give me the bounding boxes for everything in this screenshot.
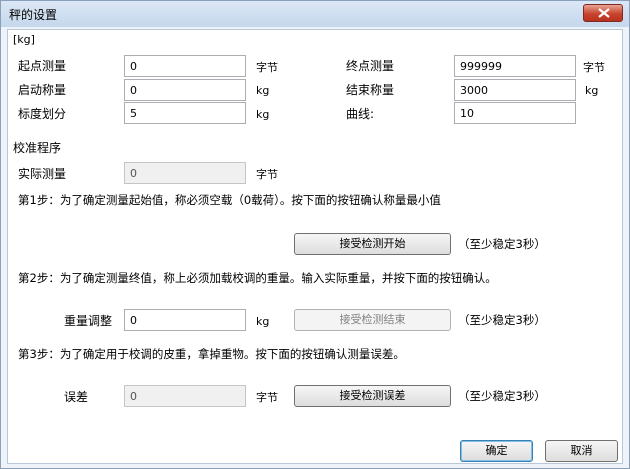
division-input[interactable]: [124, 102, 246, 124]
step1-text: 第1步：为了确定测量起始值，称必须空载（0载荷）。按下面的按钮确认称量最小值: [18, 193, 441, 207]
start-measure-input[interactable]: [124, 55, 246, 77]
start-weight-label: 启动称量: [18, 83, 67, 97]
step2-text: 第2步：为了确定测量终值，称上必须加载校调的重量。输入实际重量，并按下面的按钮确…: [18, 271, 497, 285]
actual-measure-unit: 字节: [256, 168, 278, 181]
divider: [124, 148, 618, 149]
accept-end-button[interactable]: 接受检测结束: [294, 309, 451, 331]
error-label: 误差: [64, 390, 89, 404]
end-measure-input[interactable]: [454, 55, 576, 77]
dialog-body: [kg] 起点测量 字节 终点测量 字节 启动称量 kg 结束称量 kg 标度划…: [7, 29, 623, 464]
end-weight-unit: kg: [585, 84, 599, 97]
division-unit: kg: [256, 108, 270, 121]
accept-error-button[interactable]: 接受检测误差: [294, 385, 451, 407]
step3-note: （至少稳定3秒）: [458, 389, 546, 403]
calibration-section-label: 校准程序: [13, 141, 62, 155]
title-bar: 秤的设置: [1, 1, 629, 27]
curve-label: 曲线:: [346, 107, 375, 121]
cancel-button[interactable]: 取消: [545, 440, 618, 462]
weight-adjust-unit: kg: [256, 315, 270, 328]
accept-start-button[interactable]: 接受检测开始: [294, 233, 451, 255]
start-weight-unit: kg: [256, 84, 270, 97]
step1-note: （至少稳定3秒）: [458, 237, 546, 251]
end-weight-input[interactable]: [454, 79, 576, 101]
end-measure-unit: 字节: [583, 61, 605, 74]
end-measure-label: 终点测量: [346, 59, 395, 73]
curve-input[interactable]: [454, 102, 576, 124]
step2-note: （至少稳定3秒）: [458, 313, 546, 327]
weight-adjust-label: 重量调整: [64, 314, 113, 328]
error-input: [124, 385, 246, 407]
division-label: 标度划分: [18, 107, 67, 121]
close-icon: [598, 8, 610, 18]
actual-measure-input: [124, 162, 246, 184]
unit-header: [kg]: [13, 33, 35, 46]
weight-adjust-input[interactable]: [124, 309, 246, 331]
settings-dialog: 秤的设置 [kg] 起点测量 字节 终点测量 字节 启动称量 kg 结束称量 k…: [0, 0, 630, 469]
end-weight-label: 结束称量: [346, 83, 395, 97]
error-unit: 字节: [256, 391, 278, 404]
divider: [124, 40, 618, 41]
step3-text: 第3步：为了确定用于校调的皮重，拿掉重物。按下面的按钮确认测量误差。: [18, 347, 405, 361]
ok-button[interactable]: 确定: [460, 440, 533, 462]
start-measure-unit: 字节: [256, 61, 278, 74]
window-title: 秤的设置: [9, 8, 58, 22]
start-measure-label: 起点测量: [18, 59, 67, 73]
actual-measure-label: 实际测量: [18, 167, 67, 181]
start-weight-input[interactable]: [124, 79, 246, 101]
close-button[interactable]: [583, 4, 623, 22]
